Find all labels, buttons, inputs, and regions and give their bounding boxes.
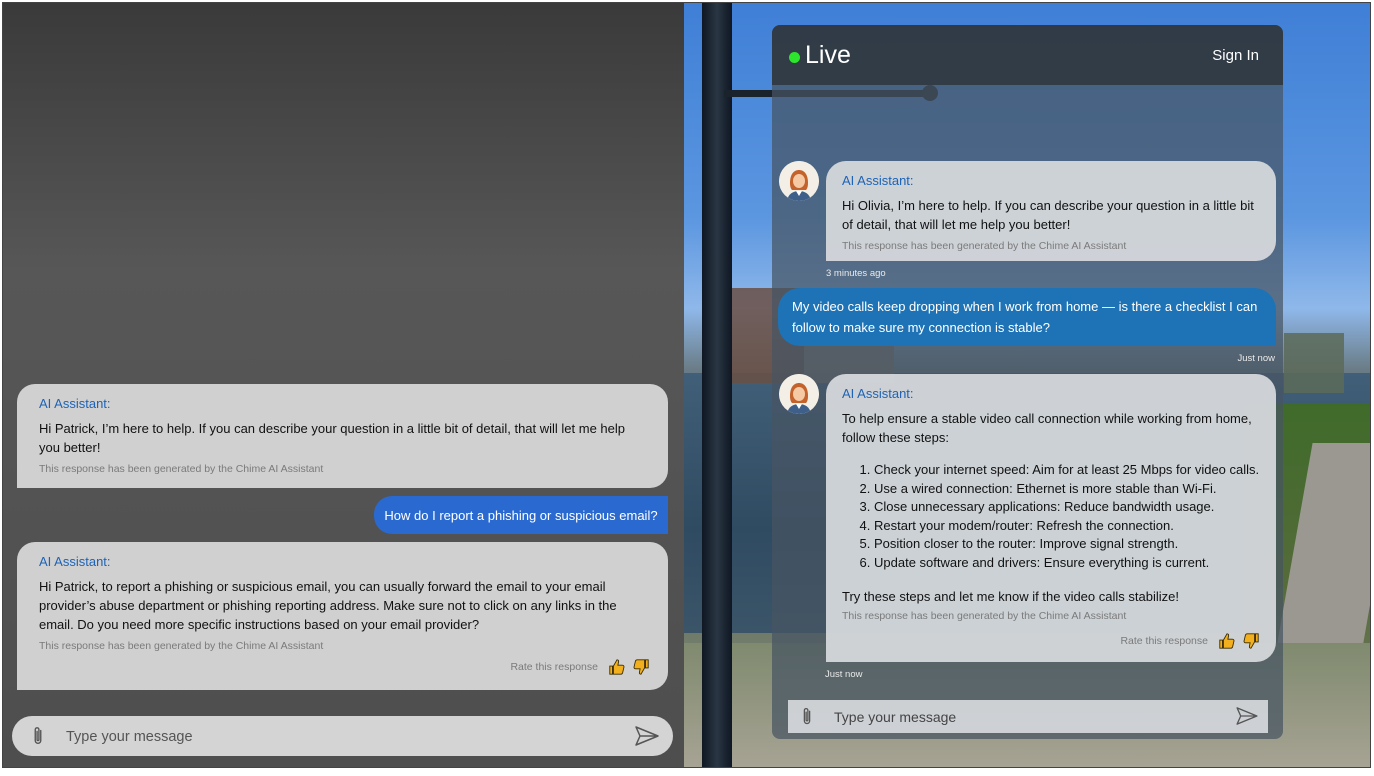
ai-message-bubble: AI Assistant: To help ensure a stable vi…	[826, 374, 1276, 662]
thumbs-down-icon[interactable]	[1242, 632, 1260, 650]
message-input[interactable]	[832, 705, 1216, 729]
ai-disclaimer: This response has been generated by the …	[39, 463, 324, 475]
message-input-bar	[12, 716, 673, 756]
background-trees	[1284, 333, 1344, 393]
list-item: Restart your modem/router: Refresh the c…	[874, 517, 1260, 536]
live-chat-window: Live Sign In AI Assistant: Hi Olivia, I’…	[772, 25, 1283, 739]
list-item: Update software and drivers: Ensure ever…	[874, 554, 1260, 573]
background-lamppost	[702, 3, 732, 767]
left-chat-panel: AI Assistant: Hi Patrick, I’m here to he…	[3, 3, 684, 767]
screen-frame: AI Assistant: Hi Patrick, I’m here to he…	[2, 2, 1371, 768]
steps-list: Check your internet speed: Aim for at le…	[842, 461, 1260, 573]
list-item: Use a wired connection: Ethernet is more…	[874, 480, 1260, 499]
ai-message-bubble: AI Assistant: Hi Patrick, to report a ph…	[17, 542, 668, 690]
message-timestamp: 3 minutes ago	[826, 268, 886, 279]
user-message-bubble: My video calls keep dropping when I work…	[778, 288, 1276, 346]
thumbs-up-icon[interactable]	[608, 658, 626, 676]
live-header: Live Sign In	[772, 25, 1283, 85]
avatar-icon	[779, 374, 819, 414]
ai-disclaimer: This response has been generated by the …	[39, 640, 324, 652]
list-item: Position closer to the router: Improve s…	[874, 535, 1260, 554]
ai-message-text: Hi Patrick, I’m here to help. If you can…	[39, 421, 626, 455]
live-title: Live	[805, 41, 851, 69]
ai-message-bubble: AI Assistant: Hi Olivia, I’m here to hel…	[826, 161, 1276, 261]
message-timestamp: Just now	[825, 669, 863, 680]
user-message-bubble: How do I report a phishing or suspicious…	[374, 496, 668, 534]
right-chat-panel: Live Sign In AI Assistant: Hi Olivia, I’…	[684, 3, 1370, 767]
paperclip-icon[interactable]	[30, 725, 46, 747]
ai-message-outro: Try these steps and let me know if the v…	[842, 588, 1179, 604]
thumbs-down-icon[interactable]	[632, 658, 650, 676]
ai-sender-label: AI Assistant:	[39, 396, 111, 411]
avatar-icon	[779, 161, 819, 201]
rate-response-row: Rate this response	[1120, 632, 1260, 650]
ai-disclaimer: This response has been generated by the …	[842, 240, 1127, 252]
paperclip-icon[interactable]	[800, 706, 814, 727]
ai-message-bubble: AI Assistant: Hi Patrick, I’m here to he…	[17, 384, 668, 488]
message-timestamp: Just now	[1237, 353, 1276, 364]
message-input[interactable]	[64, 724, 628, 750]
ai-disclaimer: This response has been generated by the …	[842, 609, 1127, 622]
live-status-dot	[789, 52, 800, 63]
sign-in-link[interactable]: Sign In	[1212, 47, 1259, 64]
ai-sender-label: AI Assistant:	[39, 554, 111, 569]
list-item: Check your internet speed: Aim for at le…	[874, 461, 1260, 480]
ai-sender-label: AI Assistant:	[842, 386, 914, 401]
list-item: Close unnecessary applications: Reduce b…	[874, 498, 1260, 517]
ai-message-text: Hi Olivia, I’m here to help. If you can …	[842, 198, 1254, 232]
ai-sender-label: AI Assistant:	[842, 173, 914, 188]
rate-response-label: Rate this response	[510, 661, 598, 673]
message-input-bar	[788, 700, 1268, 733]
ai-message-text: Hi Patrick, to report a phishing or susp…	[39, 579, 617, 632]
rate-response-row: Rate this response	[510, 658, 650, 676]
send-icon[interactable]	[635, 726, 659, 746]
thumbs-up-icon[interactable]	[1218, 632, 1236, 650]
ai-message-intro: To help ensure a stable video call conne…	[842, 411, 1252, 445]
rate-response-label: Rate this response	[1120, 635, 1208, 647]
send-icon[interactable]	[1236, 707, 1258, 725]
